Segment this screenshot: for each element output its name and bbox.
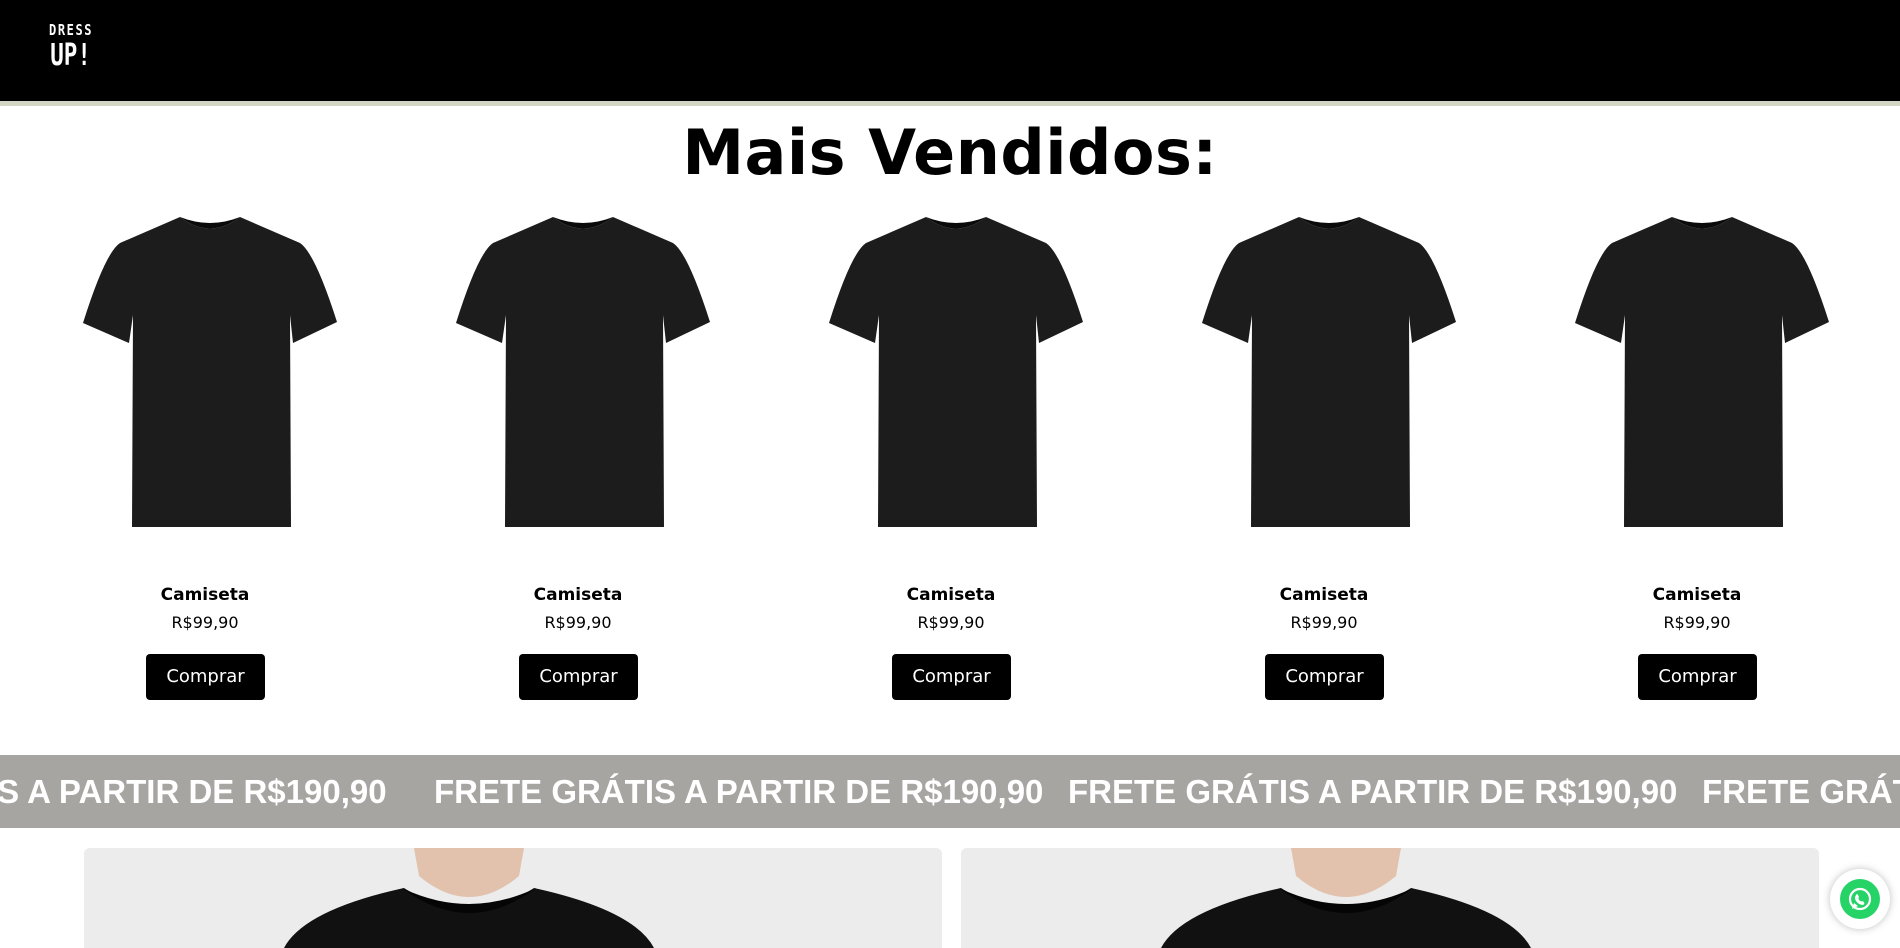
tshirt-icon [83,217,337,527]
buy-button[interactable]: Comprar [1265,654,1384,700]
product-name: Camiseta [1652,585,1742,605]
whatsapp-button[interactable] [1830,869,1890,929]
product-name: Camiseta [160,585,250,605]
promo-banner[interactable] [84,848,942,948]
product-price: R$99,90 [1663,613,1731,632]
product-image[interactable] [448,205,718,535]
tshirt-icon [829,217,1083,527]
product-name: Camiseta [906,585,996,605]
marquee-text: IS A PARTIR DE R$190,90 [0,773,387,810]
marquee-text: FRETE GRÁT [1702,773,1900,810]
product-card: Camiseta R$99,90 Comprar [1174,200,1474,710]
section-title: Mais Vendidos: [682,116,1218,189]
promo-banner[interactable] [961,848,1819,948]
product-card: Camiseta R$99,90 Comprar [428,200,728,710]
tshirt-icon [456,217,710,527]
product-card: Camiseta R$99,90 Comprar [55,200,355,710]
logo-line-1: DRESS [49,21,94,39]
product-card: Camiseta R$99,90 Comprar [801,200,1101,710]
buy-button[interactable]: Comprar [519,654,638,700]
product-image[interactable] [1567,205,1837,535]
buy-button[interactable]: Comprar [146,654,265,700]
site-header: DRESS UP! [0,0,1900,101]
product-image[interactable] [75,205,345,535]
buy-button[interactable]: Comprar [892,654,1011,700]
logo-line-2: UP! [50,38,91,73]
free-shipping-marquee: IS A PARTIR DE R$190,90 FRETE GRÁTIS A P… [0,755,1900,828]
dress-up-logo[interactable]: DRESS UP! [44,22,94,78]
best-sellers-grid: Camiseta R$99,90 Comprar Camiseta R$99,9… [0,200,1900,710]
product-name: Camiseta [1279,585,1369,605]
marquee-text: FRETE GRÁTIS A PARTIR DE R$190,90 [1068,773,1678,810]
product-image[interactable] [821,205,1091,535]
product-price: R$99,90 [544,613,612,632]
product-price: R$99,90 [1290,613,1358,632]
tshirt-icon [1202,217,1456,527]
product-image[interactable] [1194,205,1464,535]
product-name: Camiseta [533,585,623,605]
marquee-text: FRETE GRÁTIS A PARTIR DE R$190,90 [434,773,1044,810]
model-photo [961,848,1819,948]
header-divider [0,101,1900,106]
buy-button[interactable]: Comprar [1638,654,1757,700]
product-price: R$99,90 [171,613,239,632]
whatsapp-icon [1840,879,1880,919]
product-card: Camiseta R$99,90 Comprar [1547,200,1847,710]
model-photo [84,848,942,948]
tshirt-icon [1575,217,1829,527]
product-price: R$99,90 [917,613,985,632]
